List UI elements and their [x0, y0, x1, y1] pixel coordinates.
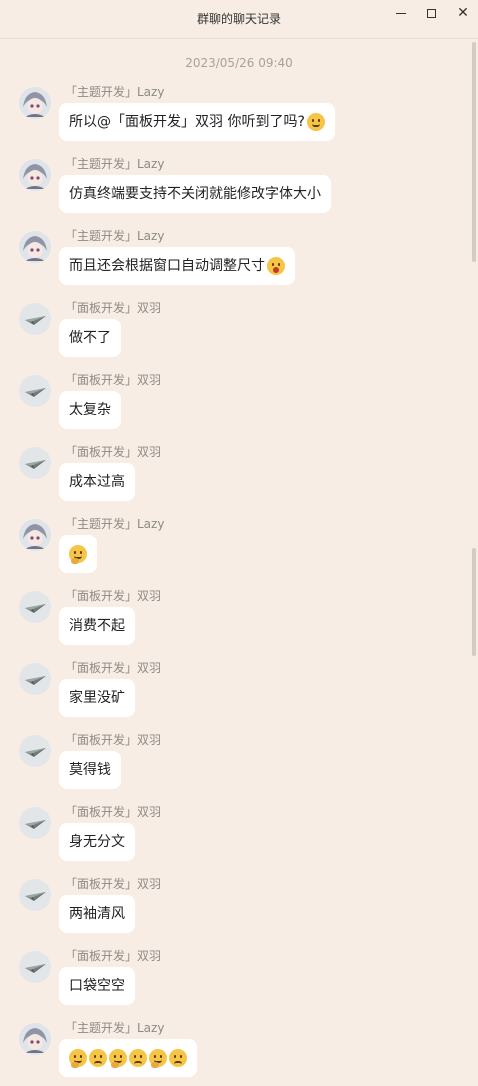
anime-girl-avatar[interactable] [19, 87, 51, 119]
message-text: 两袖清风 [69, 906, 125, 922]
chat-message: 「面板开发」双羽太复杂 [0, 365, 470, 435]
paper-plane-avatar[interactable] [19, 375, 51, 407]
sender-name: 「主题开发」Lazy [65, 1021, 165, 1035]
chat-message: 「面板开发」双羽莫得钱 [0, 725, 470, 795]
message-text: 莫得钱 [69, 762, 111, 778]
sender-name: 「面板开发」双羽 [65, 445, 162, 459]
message-bubble[interactable]: 所以@「面板开发」双羽 你听到了吗? [59, 103, 335, 141]
chat-message: 「主题开发」Lazy 而且还会根据窗口自动调整尺寸 [0, 221, 470, 291]
anime-girl-avatar[interactable] [19, 231, 51, 263]
maximize-icon [426, 8, 436, 18]
message-timestamp: 2023/05/26 09:40 [185, 56, 293, 70]
think-emoji-icon [149, 1049, 167, 1068]
paper-plane-avatar[interactable] [19, 303, 51, 335]
minimize-icon [396, 12, 406, 14]
sender-name: 「面板开发」双羽 [65, 877, 162, 891]
scrollbar-thumb[interactable] [472, 548, 476, 656]
chat-message: 「面板开发」双羽口袋空空 [0, 941, 470, 1011]
message-bubble[interactable]: 仿真终端要支持不关闭就能修改字体大小 [59, 175, 331, 213]
chat-message: 「面板开发」双羽两袖清风 [0, 869, 470, 939]
close-button[interactable]: ✕ [448, 4, 478, 22]
message-bubble[interactable]: 家里没矿 [59, 679, 135, 717]
message-bubble[interactable]: 成本过高 [59, 463, 135, 501]
chat-message: 「主题开发」Lazy 仿真终端要支持不关闭就能修改字体大小 [0, 149, 470, 219]
chat-message: 「面板开发」双羽消费不起 [0, 581, 470, 651]
chat-message: 「主题开发」Lazy 所以@「面板开发」双羽 你听到了吗? [0, 77, 470, 147]
message-bubble[interactable] [59, 1039, 197, 1077]
chat-message: 「主题开发」Lazy [0, 1013, 470, 1083]
sender-name: 「面板开发」双羽 [65, 949, 162, 963]
message-text: 做不了 [69, 330, 111, 346]
think-emoji-icon [69, 545, 87, 564]
message-bubble[interactable]: 做不了 [59, 319, 121, 357]
smile-emoji-icon [306, 113, 325, 131]
message-bubble[interactable]: 两袖清风 [59, 895, 135, 933]
chat-message: 「面板开发」双羽做不了 [0, 293, 470, 363]
sender-name: 「面板开发」双羽 [65, 373, 162, 387]
shock-emoji-icon [267, 257, 285, 275]
message-text: 口袋空空 [69, 978, 125, 994]
anime-girl-avatar[interactable] [19, 1023, 51, 1055]
paper-plane-avatar[interactable] [19, 807, 51, 839]
anime-girl-avatar[interactable] [19, 159, 51, 191]
sender-name: 「面板开发」双羽 [65, 805, 162, 819]
message-bubble[interactable]: 口袋空空 [59, 967, 135, 1005]
paper-plane-avatar[interactable] [19, 663, 51, 695]
chat-history: 2023/05/26 09:40 「主题开发」Lazy 所以@「面板开发」双羽 你… [0, 39, 470, 1086]
chat-message: 「面板开发」双羽身无分文 [0, 797, 470, 867]
chat-message: 「主题开发」Lazy [0, 509, 470, 579]
message-bubble[interactable]: 太复杂 [59, 391, 121, 429]
think-emoji-icon [69, 1049, 87, 1068]
sender-name: 「面板开发」双羽 [65, 733, 162, 747]
think-emoji-icon [109, 1049, 127, 1068]
sender-name: 「主题开发」Lazy [65, 157, 165, 171]
scrollbar-thumb[interactable] [472, 42, 476, 262]
message-bubble[interactable]: 而且还会根据窗口自动调整尺寸 [59, 247, 295, 285]
close-icon: ✕ [457, 5, 469, 21]
frown-emoji-icon [89, 1049, 107, 1067]
message-text: 消费不起 [69, 618, 125, 634]
message-bubble[interactable]: 莫得钱 [59, 751, 121, 789]
message-text: 家里没矿 [69, 690, 125, 706]
message-text: 而且还会根据窗口自动调整尺寸 [69, 258, 265, 274]
frown-emoji-icon [129, 1049, 147, 1067]
paper-plane-avatar[interactable] [19, 735, 51, 767]
frown-emoji-icon [169, 1049, 187, 1067]
chat-message: 「面板开发」双羽成本过高 [0, 437, 470, 507]
message-bubble[interactable] [59, 535, 97, 573]
scrollbar[interactable] [471, 40, 477, 1084]
message-bubble[interactable]: 身无分文 [59, 823, 135, 861]
message-bubble[interactable]: 消费不起 [59, 607, 135, 645]
sender-name: 「面板开发」双羽 [65, 301, 162, 315]
message-text: 身无分文 [69, 834, 125, 850]
maximize-button[interactable] [416, 4, 446, 22]
minimize-button[interactable] [386, 4, 416, 22]
sender-name: 「主题开发」Lazy [65, 85, 165, 99]
message-text: 成本过高 [69, 474, 125, 490]
sender-name: 「面板开发」双羽 [65, 589, 162, 603]
message-text: 所以@「面板开发」双羽 你听到了吗? [69, 114, 305, 130]
paper-plane-avatar[interactable] [19, 879, 51, 911]
anime-girl-avatar[interactable] [19, 519, 51, 551]
message-text: 仿真终端要支持不关闭就能修改字体大小 [69, 186, 321, 202]
paper-plane-avatar[interactable] [19, 447, 51, 479]
sender-name: 「面板开发」双羽 [65, 661, 162, 675]
chat-message: 「面板开发」双羽家里没矿 [0, 653, 470, 723]
sender-name: 「主题开发」Lazy [65, 517, 165, 531]
sender-name: 「主题开发」Lazy [65, 229, 165, 243]
paper-plane-avatar[interactable] [19, 591, 51, 623]
paper-plane-avatar[interactable] [19, 951, 51, 983]
message-text: 太复杂 [69, 402, 111, 418]
title-bar: 群聊的聊天记录 ✕ [0, 0, 478, 39]
